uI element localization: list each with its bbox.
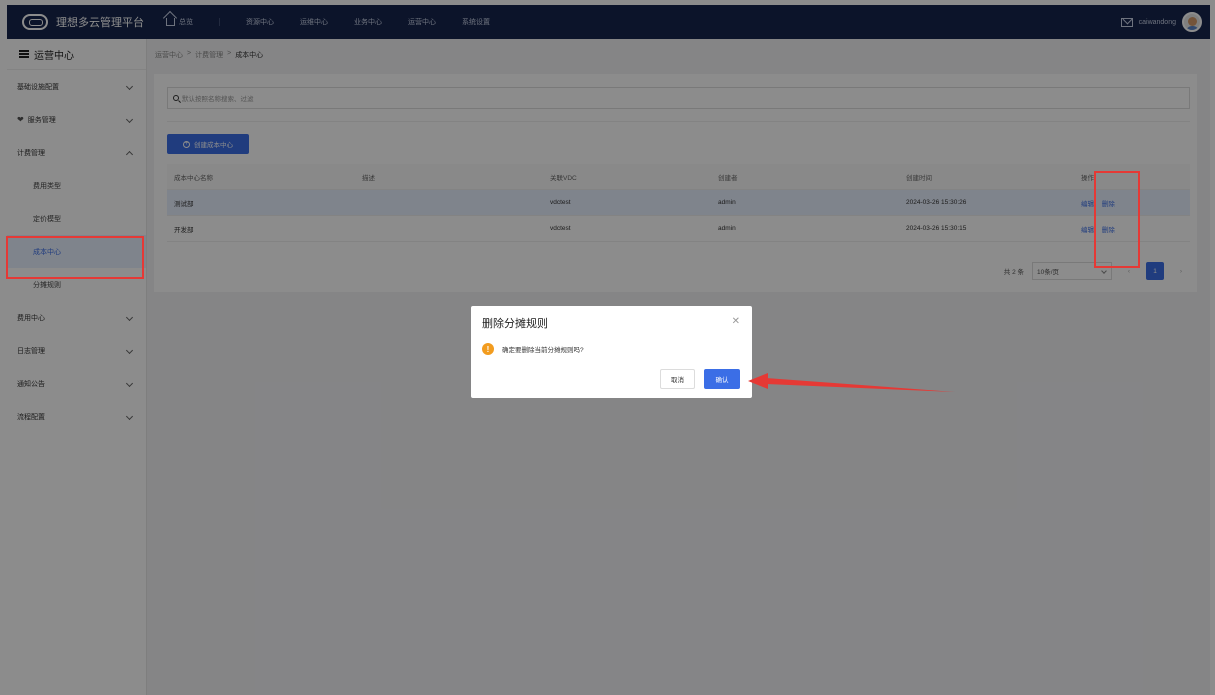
annotation-arrow-head: [748, 373, 768, 389]
annotation-arrow: [748, 373, 955, 392]
annotation-arrow-shaft: [766, 378, 955, 392]
